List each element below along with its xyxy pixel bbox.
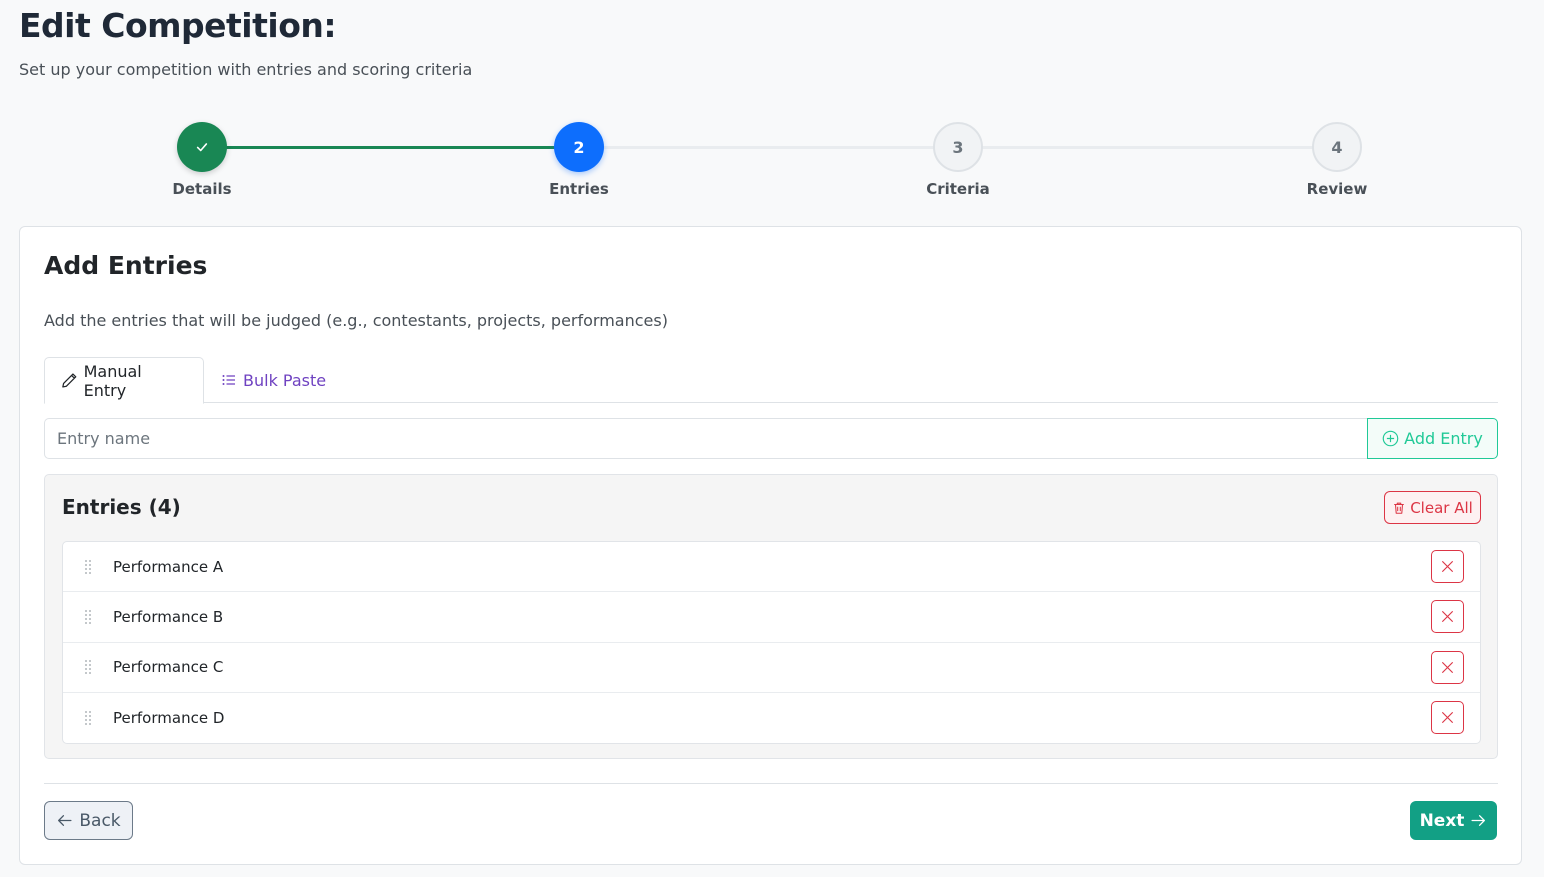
step-circle-details [177,122,227,172]
add-entry-label: Add Entry [1404,429,1483,448]
entry-name: Performance D [113,708,225,727]
step-circle-criteria: 3 [933,122,983,172]
close-icon [1442,661,1453,673]
remove-entry-button[interactable] [1431,650,1464,684]
next-button[interactable]: Next [1410,801,1497,840]
drag-handle-icon[interactable] [63,659,113,675]
remove-entry-button[interactable] [1431,600,1464,634]
entries-panel: Entries (4) Clear All Performance A Perf… [44,474,1498,759]
step-details[interactable]: Details [142,122,262,198]
back-button[interactable]: Back [44,801,133,840]
close-icon [1442,561,1453,572]
list-item: Performance A [63,542,1480,593]
entry-name: Performance B [113,607,224,626]
list-icon [222,375,235,385]
entry-list: Performance A Performance B Performance … [62,541,1481,744]
check-icon [196,143,208,152]
tab-bulk-paste-label: Bulk Paste [243,370,327,390]
drag-handle-icon[interactable] [63,559,113,575]
list-item: Performance C [63,643,1480,693]
entry-name-input[interactable] [44,418,1367,459]
clear-all-label: Clear All [1410,498,1473,517]
step-circle-entries: 2 [554,122,604,172]
plus-circle-icon [1382,430,1399,447]
step-label-criteria: Criteria [926,180,990,198]
step-label-entries: Entries [549,180,609,198]
back-label: Back [79,810,121,831]
list-item: Performance D [63,693,1480,743]
add-entries-card: Add Entries Add the entries that will be… [19,226,1522,865]
step-circle-review: 4 [1312,122,1362,172]
close-icon [1442,611,1453,623]
entries-title: Entries (4) [62,495,181,519]
close-icon [1442,711,1453,723]
next-label: Next [1419,810,1465,831]
card-description: Add the entries that will be judged (e.g… [44,311,668,330]
entry-name: Performance C [113,658,224,677]
stepper: Details 2 Entries 3 Criteria 4 Review [0,122,1544,202]
page-title: Edit Competition: [19,6,337,45]
drag-handle-icon[interactable] [63,609,113,625]
tab-bulk-paste[interactable]: Bulk Paste [205,357,342,403]
tab-manual-entry[interactable]: Manual Entry [44,357,204,404]
entry-mode-tabs: Manual Entry Bulk Paste [44,357,1498,404]
footer-divider [44,783,1498,784]
step-entries[interactable]: 2 Entries [519,122,639,198]
entry-name: Performance A [113,557,224,576]
step-label-review: Review [1306,180,1368,198]
remove-entry-button[interactable] [1431,700,1464,734]
step-criteria[interactable]: 3 Criteria [898,122,1018,198]
arrow-left-icon [58,815,72,826]
step-label-details: Details [172,180,232,198]
clear-all-button[interactable]: Clear All [1384,491,1481,524]
step-review[interactable]: 4 Review [1277,122,1397,198]
arrow-right-icon [1471,815,1486,826]
add-entry-button[interactable]: Add Entry [1367,418,1498,459]
pencil-icon [62,373,77,388]
card-title: Add Entries [44,251,208,280]
drag-handle-icon[interactable] [63,710,113,726]
entry-input-row: Add Entry [44,418,1498,459]
trash-icon [1394,502,1405,514]
page-subtitle: Set up your competition with entries and… [19,60,473,79]
tab-manual-entry-label: Manual Entry [83,361,142,400]
remove-entry-button[interactable] [1431,550,1464,583]
list-item: Performance B [63,592,1480,643]
